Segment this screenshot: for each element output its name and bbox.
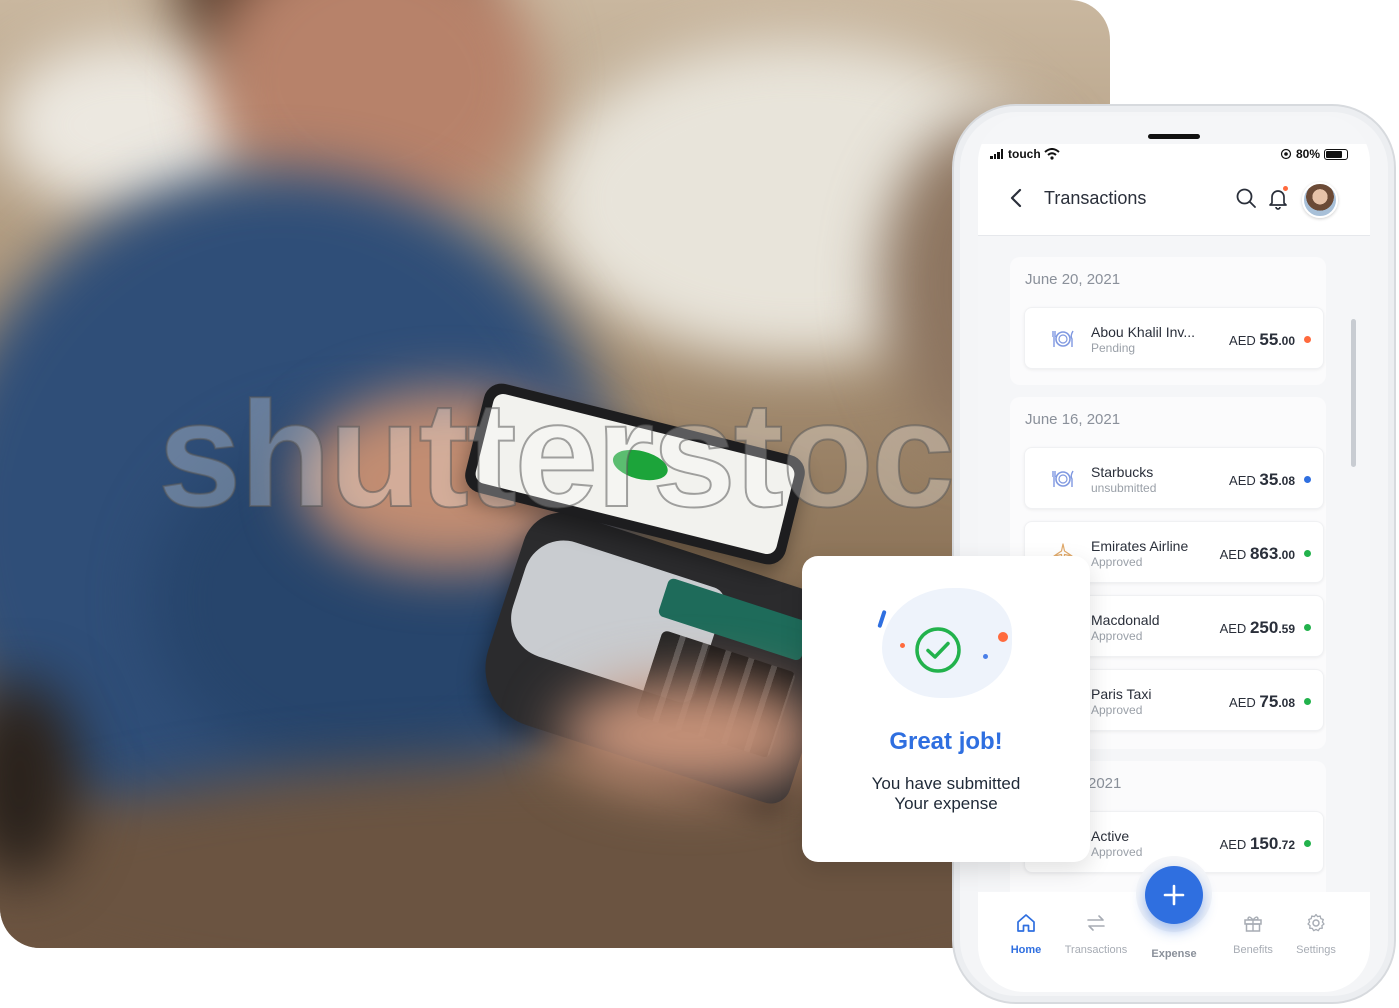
success-message-line: You have submitted xyxy=(871,774,1021,793)
transaction-row[interactable]: Starbucks unsubmitted AED 35.08 xyxy=(1024,447,1324,509)
currency: AED xyxy=(1229,473,1256,488)
search-button[interactable] xyxy=(1234,186,1258,210)
tab-label: Transactions xyxy=(1064,944,1128,956)
wifi-icon xyxy=(1044,148,1060,160)
signal-icon xyxy=(990,149,1003,159)
transaction-name: Abou Khalil Inv... xyxy=(1091,324,1196,340)
transaction-status: unsubmitted xyxy=(1091,481,1157,495)
transaction-amount: AED 863.00 xyxy=(1220,544,1295,564)
add-expense-button[interactable] xyxy=(1145,866,1203,924)
group-date: 2021 xyxy=(1088,775,1122,792)
transaction-amount: AED 55.00 xyxy=(1229,330,1295,350)
group-date: June 20, 2021 xyxy=(1025,271,1121,288)
restaurant-icon xyxy=(1052,330,1074,347)
amount-fraction: .08 xyxy=(1278,696,1295,710)
transaction-amount: AED 250.59 xyxy=(1220,618,1295,638)
amount-whole: 75 xyxy=(1259,692,1279,711)
amount-fraction: .00 xyxy=(1278,548,1295,562)
status-bar: touch 80% xyxy=(978,144,1370,168)
transaction-amount: AED 35.08 xyxy=(1229,470,1295,490)
orientation-lock-icon xyxy=(1280,148,1292,160)
transaction-status: Approved xyxy=(1091,629,1143,643)
currency: AED xyxy=(1219,547,1247,562)
battery-icon xyxy=(1324,148,1348,160)
status-dot xyxy=(1304,550,1311,557)
bottom-tab-bar: Home Transactions Expense Benefits Setti xyxy=(978,856,1370,992)
app-header: Transactions xyxy=(978,168,1370,236)
transaction-name: Macdonald xyxy=(1091,612,1160,628)
group-date: June 16, 2021 xyxy=(1025,411,1121,428)
amount-whole: 150 xyxy=(1249,834,1279,853)
transaction-status: Approved xyxy=(1091,555,1143,569)
restaurant-icon xyxy=(1052,470,1074,487)
plus-icon xyxy=(1163,884,1185,906)
amount-whole: 250 xyxy=(1249,618,1279,637)
transaction-name: Starbucks xyxy=(1091,464,1154,480)
transaction-status: Approved xyxy=(1091,703,1143,717)
transaction-status: Pending xyxy=(1091,341,1136,355)
tab-home[interactable]: Home xyxy=(986,912,1066,958)
carrier-label: touch xyxy=(1008,147,1041,161)
transaction-name: Emirates Airline xyxy=(1091,538,1189,554)
amount-whole: 863 xyxy=(1249,544,1279,563)
currency: AED xyxy=(1219,621,1247,636)
page-title: Transactions xyxy=(1044,188,1147,208)
status-dot xyxy=(1304,336,1311,343)
amount-whole: 55 xyxy=(1259,330,1279,349)
currency: AED xyxy=(1229,333,1256,348)
transaction-amount: AED 150.72 xyxy=(1220,834,1295,854)
gear-icon xyxy=(1307,913,1325,932)
tab-label: Expense xyxy=(1151,948,1197,960)
tab-expense[interactable]: Expense xyxy=(1134,944,1214,962)
status-dot xyxy=(1304,476,1311,483)
amount-whole: 35 xyxy=(1259,470,1279,489)
currency: AED xyxy=(1229,695,1256,710)
success-card: Great job! You have submitted Your expen… xyxy=(802,556,1090,862)
tab-settings[interactable]: Settings xyxy=(1276,912,1356,958)
transaction-name: Paris Taxi xyxy=(1091,686,1152,702)
watermark: shutterstock xyxy=(158,369,958,539)
notification-dot xyxy=(1283,186,1288,191)
tab-transactions[interactable]: Transactions xyxy=(1056,912,1136,958)
status-dot xyxy=(1304,698,1311,705)
status-dot xyxy=(1304,624,1311,631)
amount-fraction: .72 xyxy=(1278,838,1295,852)
check-circle-icon xyxy=(915,627,961,673)
battery-percent: 80% xyxy=(1295,147,1320,161)
transaction-status: Approved xyxy=(1091,845,1143,859)
back-button[interactable] xyxy=(1004,186,1028,210)
tab-label: Settings xyxy=(1296,944,1336,956)
transfer-icon xyxy=(1087,915,1105,931)
status-dot xyxy=(1304,840,1311,847)
search-icon xyxy=(1236,188,1256,208)
date-group: June 20, 2021 Abou Khalil Inv... Pending… xyxy=(1010,257,1326,385)
gift-icon xyxy=(1244,916,1262,932)
home-icon xyxy=(1017,914,1035,932)
chevron-left-icon xyxy=(1010,188,1022,208)
transaction-name: Active xyxy=(1091,828,1130,844)
amount-fraction: .00 xyxy=(1278,334,1295,348)
home-indicator xyxy=(1148,134,1200,139)
amount-fraction: .08 xyxy=(1278,474,1295,488)
success-message-line: Your expense xyxy=(894,794,998,813)
success-title: Great job! xyxy=(889,728,1003,755)
scrollbar[interactable] xyxy=(1351,319,1356,467)
amount-fraction: .59 xyxy=(1278,622,1295,636)
success-message: You have submitted Your expense xyxy=(802,774,1090,814)
tab-label: Home xyxy=(1010,944,1042,956)
currency: AED xyxy=(1219,837,1247,852)
transaction-row[interactable]: Abou Khalil Inv... Pending AED 55.00 xyxy=(1024,307,1324,369)
avatar[interactable] xyxy=(1302,182,1338,218)
tab-label: Benefits xyxy=(1233,944,1273,956)
notifications-button[interactable] xyxy=(1266,186,1290,210)
transaction-amount: AED 75.08 xyxy=(1229,692,1295,712)
